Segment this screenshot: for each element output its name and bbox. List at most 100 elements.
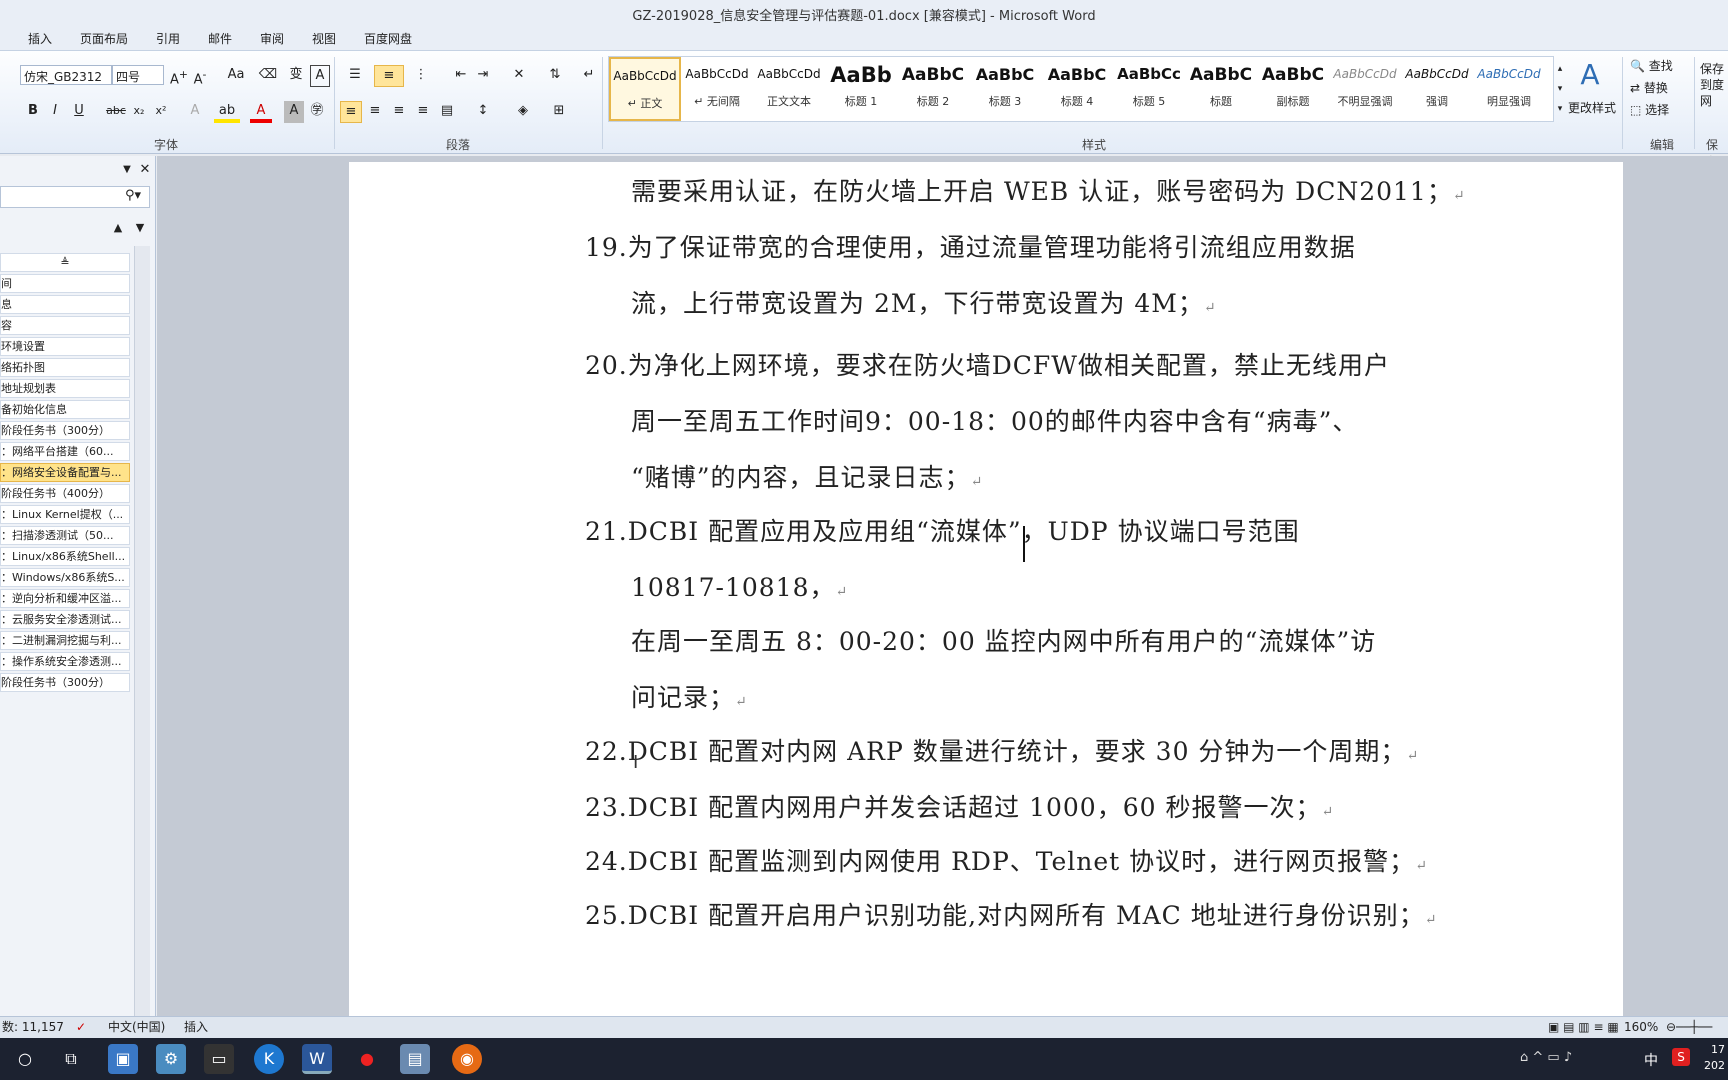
nav-item[interactable]: 备初始化信息 xyxy=(0,400,130,419)
nav-item[interactable]: ：操作系统安全渗透测... xyxy=(0,652,130,671)
nav-item[interactable]: ：Windows/x86系统S... xyxy=(0,568,130,587)
replace-button[interactable]: ⇄ 替换 xyxy=(1630,79,1668,96)
justify-icon[interactable]: ≡ xyxy=(412,101,434,123)
style-no-spacing[interactable]: AaBbCcDd ↵ 无间隔 xyxy=(681,57,753,121)
select-button[interactable]: ⬚ 选择 xyxy=(1630,101,1669,118)
nav-item[interactable]: ：扫描渗透测试（50... xyxy=(0,526,130,545)
align-center-icon[interactable]: ≡ xyxy=(364,101,386,123)
nav-item[interactable]: 阶段任务书（300分） xyxy=(0,421,130,440)
nav-item[interactable]: 息 xyxy=(0,295,130,314)
tab-review[interactable]: 审阅 xyxy=(260,30,284,47)
nav-scrollbar[interactable] xyxy=(134,246,150,1016)
enclose-char-icon[interactable]: ㊫ xyxy=(306,101,328,123)
nav-item[interactable]: ：云服务安全渗透测试... xyxy=(0,610,130,629)
line-spacing-icon[interactable]: ↕ xyxy=(470,101,496,123)
char-shading-icon[interactable]: A xyxy=(284,101,304,123)
language-status[interactable]: 中文(中国) xyxy=(108,1017,165,1037)
style-normal[interactable]: AaBbCcDd ↵ 正文 xyxy=(609,57,681,121)
change-styles-button[interactable]: 更改样式 xyxy=(1568,99,1616,116)
chinese-layout-icon[interactable]: ✕ xyxy=(506,65,532,87)
align-left-icon[interactable]: ≡ xyxy=(340,101,362,123)
shrink-font-icon[interactable]: A- xyxy=(190,65,210,87)
shading-icon[interactable]: ◈ xyxy=(510,101,536,123)
terminal-icon[interactable]: ▭ xyxy=(204,1044,234,1074)
network-tool-icon[interactable]: ⚙ xyxy=(156,1044,186,1074)
style-title[interactable]: AaBbC 标题 xyxy=(1185,57,1257,121)
highlight-icon[interactable]: ab xyxy=(214,101,240,123)
style-heading-3[interactable]: AaBbC 标题 3 xyxy=(969,57,1041,121)
style-heading-4[interactable]: AaBbC 标题 4 xyxy=(1041,57,1113,121)
nav-item[interactable]: 阶段任务书（400分） xyxy=(0,484,130,503)
subscript-icon[interactable]: x₂ xyxy=(130,101,148,123)
bullets-icon[interactable]: ☰ xyxy=(342,65,368,87)
bold-icon[interactable]: B xyxy=(24,101,42,123)
multilevel-list-icon[interactable]: ⋮ xyxy=(408,65,434,87)
close-icon[interactable]: ✕ xyxy=(138,160,152,182)
insert-mode-status[interactable]: 插入 xyxy=(184,1017,208,1037)
nav-item[interactable]: ：二进制漏洞挖掘与利... xyxy=(0,631,130,650)
numbering-icon[interactable]: ≡ xyxy=(374,65,404,87)
record-icon[interactable]: ● xyxy=(352,1044,382,1074)
align-right-icon[interactable]: ≡ xyxy=(388,101,410,123)
tab-mailings[interactable]: 邮件 xyxy=(208,30,232,47)
zoom-level[interactable]: 160% xyxy=(1624,1017,1658,1037)
distributed-icon[interactable]: ▤ xyxy=(436,101,458,123)
underline-icon[interactable]: U xyxy=(70,101,88,123)
save-to-netdisk-button[interactable]: 保存到度网 xyxy=(1700,61,1728,109)
search-icon[interactable]: ⚲▾ xyxy=(118,186,148,208)
change-case-icon[interactable]: Aa xyxy=(222,65,250,87)
clear-format-icon[interactable]: ⌫ xyxy=(256,65,280,87)
clock[interactable]: 17 202 xyxy=(1704,1042,1725,1074)
nav-item[interactable]: 容 xyxy=(0,316,130,335)
nav-item[interactable]: ：Linux/x86系统Shell... xyxy=(0,547,130,566)
tab-references[interactable]: 引用 xyxy=(156,30,180,47)
grow-font-icon[interactable]: A+ xyxy=(168,65,190,87)
start-search-icon[interactable]: ○ xyxy=(10,1044,40,1074)
font-size-combo[interactable]: 四号 xyxy=(112,65,164,85)
nav-item[interactable]: 络拓扑图 xyxy=(0,358,130,377)
gallery-scroll-icon[interactable]: ▴ ▾ ▾ xyxy=(1554,59,1566,123)
word-count[interactable]: 数: 11,157 xyxy=(2,1017,64,1037)
style-subtle-emphasis[interactable]: AaBbCcDd 不明显强调 xyxy=(1329,57,1401,121)
app-icon[interactable]: ▣ xyxy=(108,1044,138,1074)
task-view-icon[interactable]: ⧉ xyxy=(56,1044,86,1074)
style-intense-emphasis[interactable]: AaBbCcDd 明显强调 xyxy=(1473,57,1545,121)
text-effects-icon[interactable]: A xyxy=(184,101,206,123)
proofing-icon[interactable]: ✓ xyxy=(76,1017,86,1037)
tab-baidu-netdisk[interactable]: 百度网盘 xyxy=(364,30,412,47)
style-heading-2[interactable]: AaBbC 标题 2 xyxy=(897,57,969,121)
style-body-text[interactable]: AaBbCcDd 正文文本 xyxy=(753,57,825,121)
phonetic-guide-icon[interactable]: 变 xyxy=(284,65,308,87)
nav-item[interactable]: 地址规划表 xyxy=(0,379,130,398)
tray-app-icon[interactable]: S xyxy=(1672,1048,1690,1066)
ime-indicator[interactable]: 中 xyxy=(1644,1050,1658,1070)
view-buttons-icon[interactable]: ▣ ▤ ▥ ≡ ▦ xyxy=(1548,1017,1619,1037)
strikethrough-icon[interactable]: abc xyxy=(104,101,128,123)
collapse-icon[interactable]: ≜ xyxy=(0,253,130,272)
font-name-combo[interactable]: 仿宋_GB2312 xyxy=(20,65,112,85)
tray-icons[interactable]: ⌂ ^ ▭ ♪ xyxy=(1520,1050,1572,1065)
zoom-slider[interactable]: ⊖──┼── xyxy=(1666,1017,1712,1037)
tab-view[interactable]: 视图 xyxy=(312,30,336,47)
nav-item[interactable]: ：逆向分析和缓冲区溢... xyxy=(0,589,130,608)
nav-item[interactable]: 阶段任务书（300分） xyxy=(0,673,130,692)
previous-heading-icon[interactable]: ▲ xyxy=(110,218,126,240)
nav-item[interactable]: ：网络平台搭建（60... xyxy=(0,442,130,461)
char-border-icon[interactable]: A xyxy=(310,65,330,87)
find-button[interactable]: 🔍 查找 xyxy=(1630,57,1673,74)
k-app-icon[interactable]: K xyxy=(254,1044,284,1074)
style-emphasis[interactable]: AaBbCcDd 强调 xyxy=(1401,57,1473,121)
sort-icon[interactable]: ⇅ xyxy=(544,65,566,87)
pane-menu-icon[interactable]: ▼ xyxy=(120,160,134,182)
nav-item[interactable]: 间 xyxy=(0,274,130,293)
folder-app-icon[interactable]: ▤ xyxy=(400,1044,430,1074)
change-styles-icon[interactable]: A xyxy=(1572,55,1608,95)
show-marks-icon[interactable]: ↵ xyxy=(578,65,600,87)
borders-icon[interactable]: ⊞ xyxy=(546,101,572,123)
nav-item-selected[interactable]: ：网络安全设备配置与... xyxy=(0,463,130,482)
superscript-icon[interactable]: x² xyxy=(152,101,170,123)
italic-icon[interactable]: I xyxy=(46,101,64,123)
firefox-icon[interactable]: ◉ xyxy=(452,1044,482,1074)
style-heading-5[interactable]: AaBbCc 标题 5 xyxy=(1113,57,1185,121)
nav-item[interactable]: ：Linux Kernel提权（... xyxy=(0,505,130,524)
